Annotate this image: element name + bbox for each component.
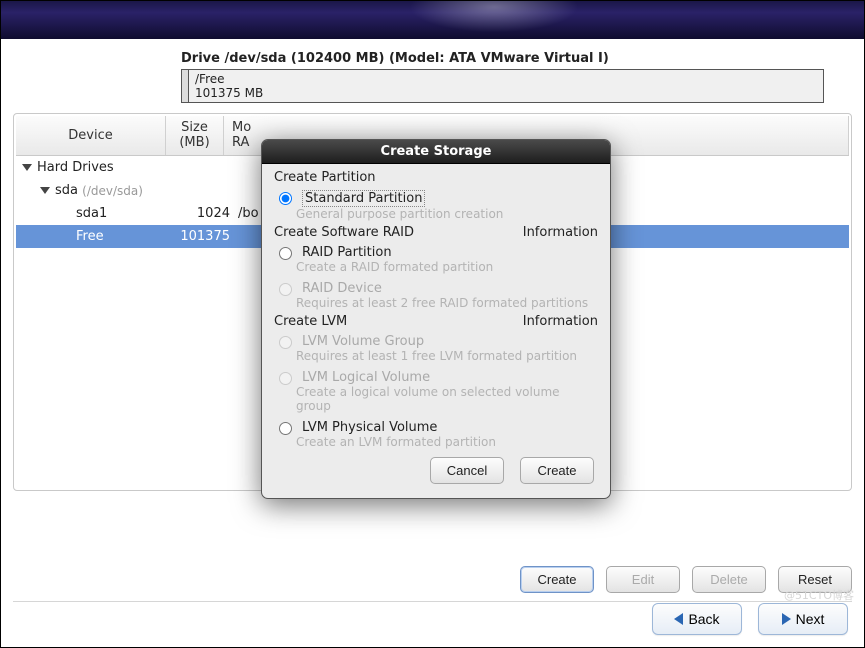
- info-raid[interactable]: Information: [523, 225, 598, 240]
- section-create-partition: Create Partition: [274, 170, 598, 185]
- section-create-lvm: Create LVM Information: [274, 314, 598, 329]
- desc-lvm-vg: Requires at least 1 free LVM formated pa…: [296, 349, 598, 363]
- opt-raid-device: RAID Device: [274, 278, 598, 296]
- arrow-right-icon: [782, 613, 791, 625]
- nav-buttons: Back Next: [652, 603, 848, 635]
- arrow-left-icon: [674, 613, 683, 625]
- radio-lvm-vg: [279, 336, 292, 349]
- radio-raid-partition[interactable]: [279, 247, 292, 260]
- dialog-button-row: Cancel Create: [274, 453, 598, 488]
- partition-toolbar: Create Edit Delete Reset: [13, 566, 852, 602]
- drive-title: Drive /dev/sda (102400 MB) (Model: ATA V…: [181, 51, 824, 66]
- desc-lvm-pv: Create an LVM formated partition: [296, 435, 598, 449]
- info-lvm[interactable]: Information: [523, 314, 598, 329]
- col-size[interactable]: Size (MB): [166, 116, 224, 155]
- drive-free-segment: /Free 101375 MB: [189, 70, 823, 102]
- installer-banner: [1, 1, 864, 39]
- drive-usage-bar: /Free 101375 MB: [181, 69, 824, 103]
- desc-standard-partition: General purpose partition creation: [296, 207, 598, 221]
- expander-icon[interactable]: [22, 164, 32, 171]
- radio-lvm-lv: [279, 372, 292, 385]
- dialog-title: Create Storage: [262, 140, 610, 164]
- create-storage-dialog: Create Storage Create Partition Standard…: [261, 139, 611, 499]
- col-device[interactable]: Device: [16, 116, 166, 155]
- dialog-cancel-button[interactable]: Cancel: [430, 457, 504, 484]
- edit-button: Edit: [606, 566, 680, 593]
- opt-raid-partition[interactable]: RAID Partition: [274, 242, 598, 260]
- desc-raid-partition: Create a RAID formated partition: [296, 260, 598, 274]
- opt-lvm-lv: LVM Logical Volume: [274, 367, 598, 385]
- section-create-raid: Create Software RAID Information: [274, 225, 598, 240]
- opt-lvm-vg: LVM Volume Group: [274, 331, 598, 349]
- next-button[interactable]: Next: [758, 603, 848, 635]
- watermark: @51CTO博客: [784, 587, 854, 603]
- opt-standard-partition[interactable]: Standard Partition: [274, 187, 598, 207]
- drive-free-label: /Free: [195, 72, 817, 86]
- drive-used-segment: [182, 70, 189, 102]
- dialog-create-button[interactable]: Create: [520, 457, 594, 484]
- desc-raid-device: Requires at least 2 free RAID formated p…: [296, 296, 598, 310]
- radio-lvm-pv[interactable]: [279, 422, 292, 435]
- opt-lvm-pv[interactable]: LVM Physical Volume: [274, 417, 598, 435]
- create-button[interactable]: Create: [520, 566, 594, 593]
- drive-summary: Drive /dev/sda (102400 MB) (Model: ATA V…: [1, 39, 864, 111]
- back-button[interactable]: Back: [652, 603, 742, 635]
- desc-lvm-lv: Create a logical volume on selected volu…: [296, 385, 598, 413]
- drive-free-size: 101375 MB: [195, 86, 817, 100]
- expander-icon[interactable]: [40, 187, 50, 194]
- radio-raid-device: [279, 283, 292, 296]
- radio-standard-partition[interactable]: [279, 192, 292, 205]
- delete-button: Delete: [692, 566, 766, 593]
